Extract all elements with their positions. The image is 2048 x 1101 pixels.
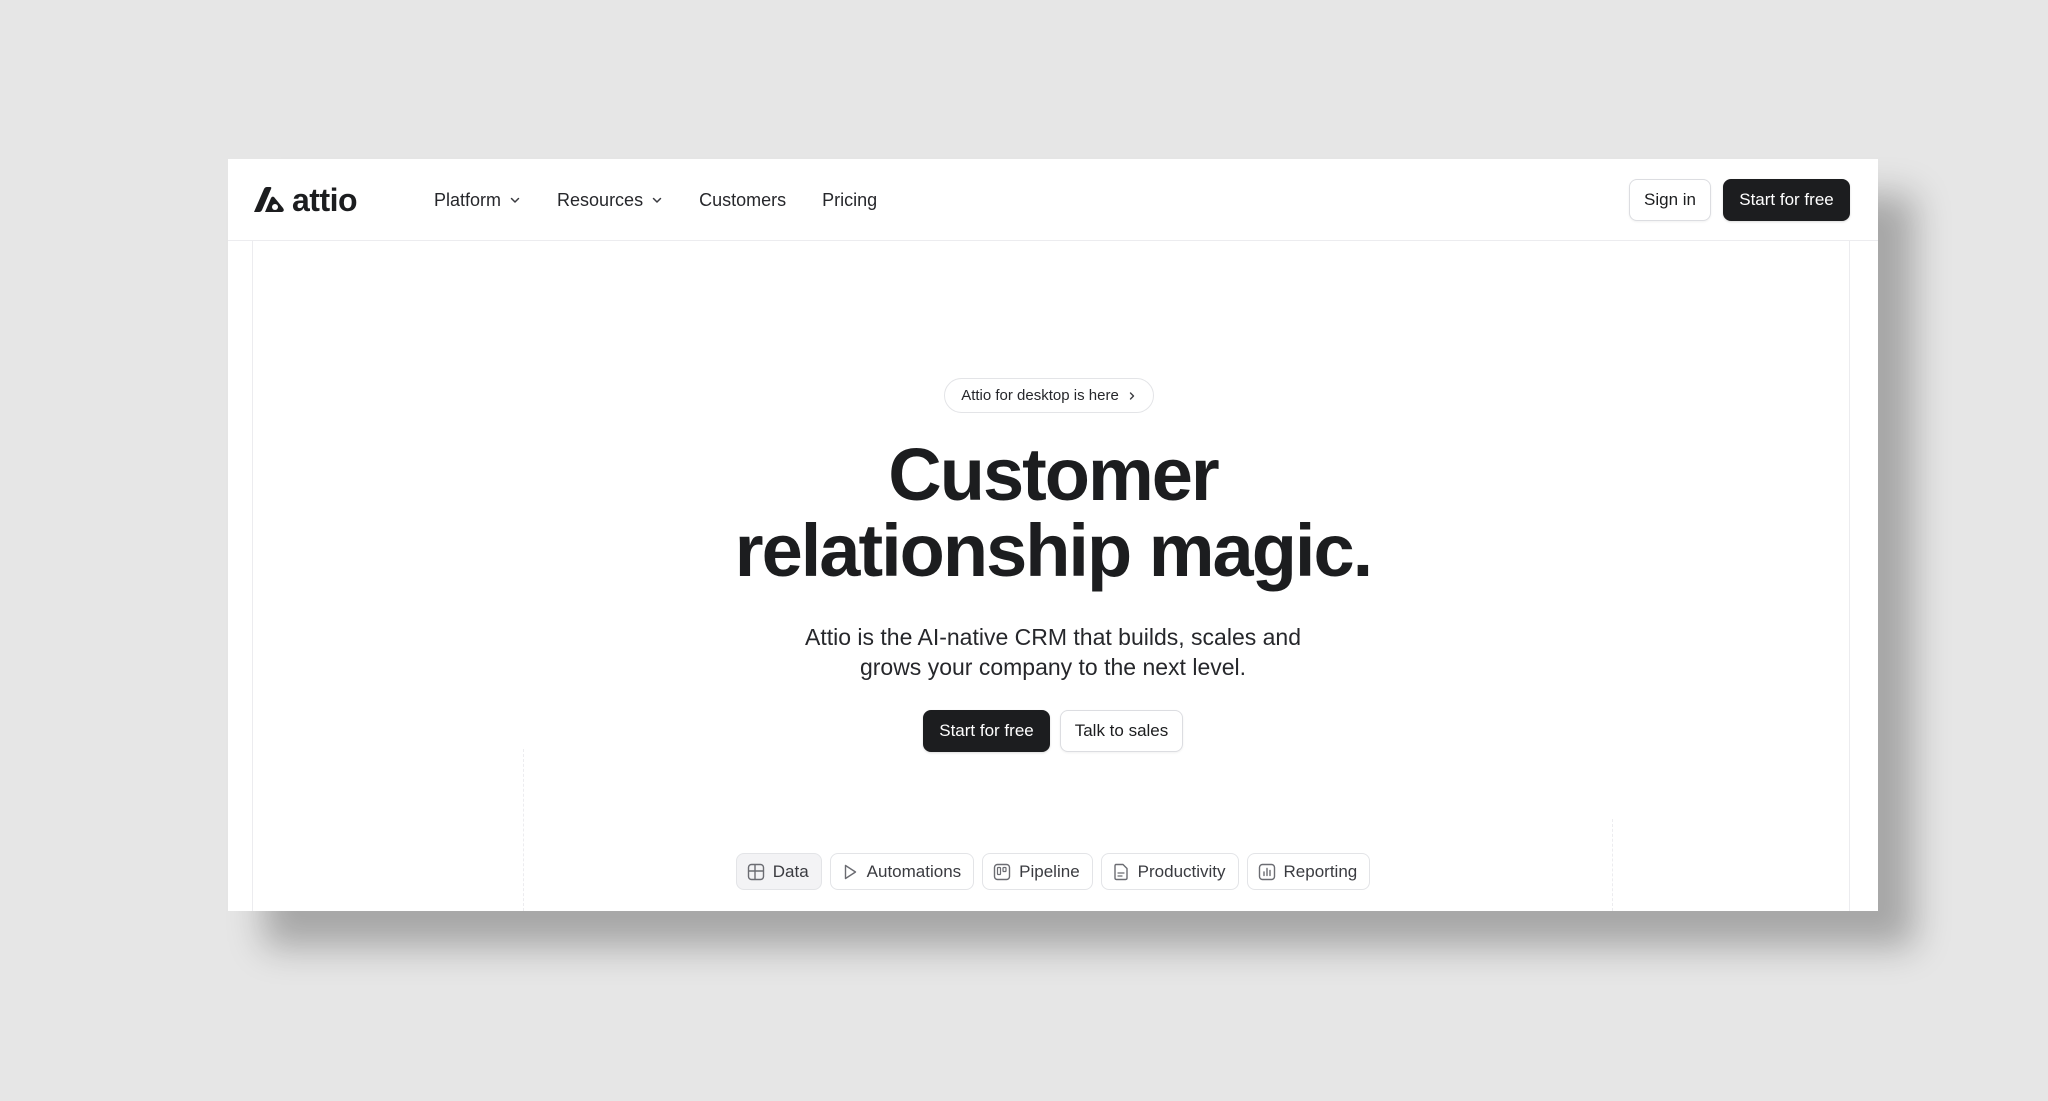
chevron-right-icon [1129, 391, 1134, 400]
desktop-announcement-badge[interactable]: Attio for desktop is here [944, 378, 1154, 413]
attio-logo-icon [254, 187, 284, 212]
chevron-down-icon [652, 197, 662, 203]
tab-label: Automations [866, 861, 962, 881]
nav-item-platform[interactable]: Platform [434, 190, 521, 211]
hero-actions: Start for free Talk to sales [228, 710, 1878, 752]
tab-label: Reporting [1283, 861, 1358, 881]
site-header: attio Platform Resources Customers Prici… [228, 159, 1878, 241]
start-for-free-header-button[interactable]: Start for free [1723, 179, 1850, 221]
hero-subtitle: Attio is the AI-native CRM that builds, … [228, 622, 1878, 682]
hero-title-line: relationship magic. [734, 509, 1373, 592]
bar-chart-icon [1258, 863, 1275, 880]
header-actions: Sign in Start for free [1629, 179, 1850, 221]
sign-in-button[interactable]: Sign in [1629, 179, 1711, 221]
data-grid-icon [747, 863, 764, 880]
browser-window: attio Platform Resources Customers Prici… [228, 159, 1878, 911]
kanban-icon [993, 863, 1011, 880]
nav-item-label: Customers [699, 189, 787, 210]
start-for-free-button[interactable]: Start for free [923, 710, 1050, 752]
brand-name: attio [292, 181, 358, 218]
nav-item-customers[interactable]: Customers [699, 190, 786, 211]
tab-reporting[interactable]: Reporting [1246, 853, 1371, 890]
talk-to-sales-button[interactable]: Talk to sales [1060, 710, 1183, 752]
badge-label: Attio for desktop is here [961, 387, 1119, 404]
tab-productivity[interactable]: Productivity [1100, 853, 1239, 890]
play-icon [844, 864, 856, 879]
hero-title: Customer relationship magic. [228, 437, 1878, 589]
tab-pipeline[interactable]: Pipeline [982, 853, 1093, 890]
hero-subtitle-line: grows your company to the next level. [859, 654, 1247, 680]
tab-label: Pipeline [1019, 861, 1080, 881]
main-nav: Platform Resources Customers Pricing [434, 159, 913, 241]
hero-title-line: Customer [888, 433, 1219, 516]
nav-item-label: Resources [557, 189, 644, 210]
tab-label: Productivity [1137, 861, 1226, 881]
nav-item-resources[interactable]: Resources [557, 190, 663, 211]
document-icon [1113, 863, 1128, 880]
nav-item-pricing[interactable]: Pricing [822, 190, 877, 211]
tab-data[interactable]: Data [735, 853, 822, 890]
brand-logo[interactable]: attio [252, 181, 358, 219]
hero-subtitle-line: Attio is the AI-native CRM that builds, … [804, 624, 1302, 650]
nav-item-label: Platform [434, 189, 502, 210]
chevron-down-icon [510, 197, 520, 203]
tab-automations[interactable]: Automations [829, 853, 975, 890]
tab-label: Data [772, 861, 809, 881]
feature-tabs: Data Automations Pipeline Productivity R… [228, 853, 1878, 890]
nav-item-label: Pricing [822, 189, 878, 210]
